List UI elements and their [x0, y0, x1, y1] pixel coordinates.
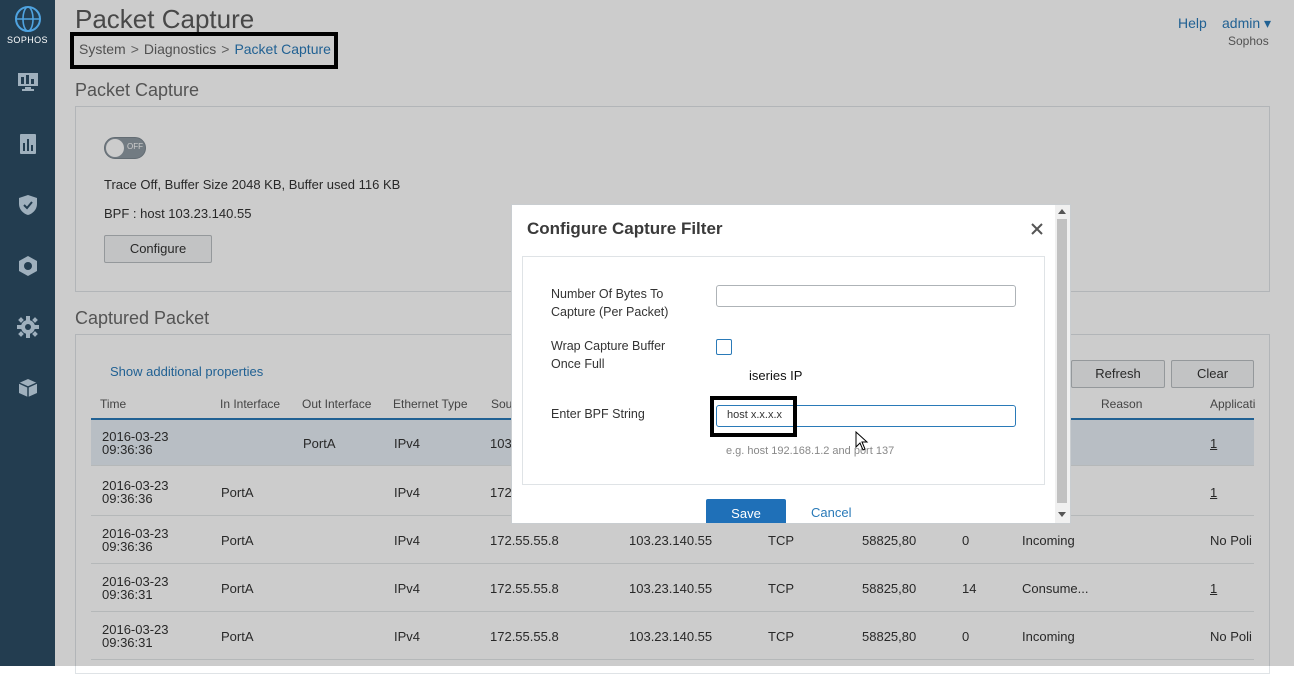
monitor-icon[interactable] — [16, 70, 40, 94]
brand-name: SOPHOS — [7, 35, 48, 45]
dialog-body: Number Of Bytes To Capture (Per Packet) … — [522, 256, 1045, 485]
annotation-text: iseries IP — [749, 368, 803, 383]
wrap-label-line2: Once Full — [551, 357, 605, 371]
globe-icon — [14, 6, 41, 32]
bytes-label: Number Of Bytes To Capture (Per Packet) — [551, 285, 668, 321]
box-icon[interactable] — [16, 376, 40, 400]
bytes-input[interactable] — [716, 285, 1016, 307]
wrap-buffer-checkbox[interactable] — [716, 339, 732, 355]
close-icon[interactable] — [1028, 220, 1046, 238]
bpf-label: Enter BPF String — [551, 407, 645, 421]
scroll-down-icon[interactable] — [1058, 512, 1066, 517]
bytes-label-line2: Capture (Per Packet) — [551, 305, 669, 319]
scroll-thumb[interactable] — [1057, 219, 1067, 503]
wrap-label-line1: Wrap Capture Buffer — [551, 339, 666, 353]
wrap-label: Wrap Capture Buffer Once Full — [551, 337, 665, 373]
sophos-logo[interactable]: SOPHOS — [0, 4, 55, 45]
report-icon[interactable] — [16, 132, 40, 156]
save-button[interactable]: Save — [706, 499, 786, 523]
cancel-button[interactable]: Cancel — [811, 505, 851, 520]
mouse-cursor-icon — [855, 430, 869, 456]
sidebar: SOPHOS — [0, 0, 55, 666]
dialog-title: Configure Capture Filter — [527, 219, 723, 238]
shield-icon[interactable] — [16, 193, 40, 217]
protection-icon[interactable] — [16, 254, 40, 278]
configure-capture-filter-dialog: Configure Capture Filter Number Of Bytes… — [511, 204, 1071, 524]
scroll-up-icon[interactable] — [1058, 209, 1066, 214]
bytes-label-line1: Number Of Bytes To — [551, 287, 664, 301]
dialog-scrollbar[interactable] — [1055, 205, 1070, 523]
gear-icon[interactable] — [16, 315, 40, 339]
bpf-highlight-box — [710, 396, 797, 437]
